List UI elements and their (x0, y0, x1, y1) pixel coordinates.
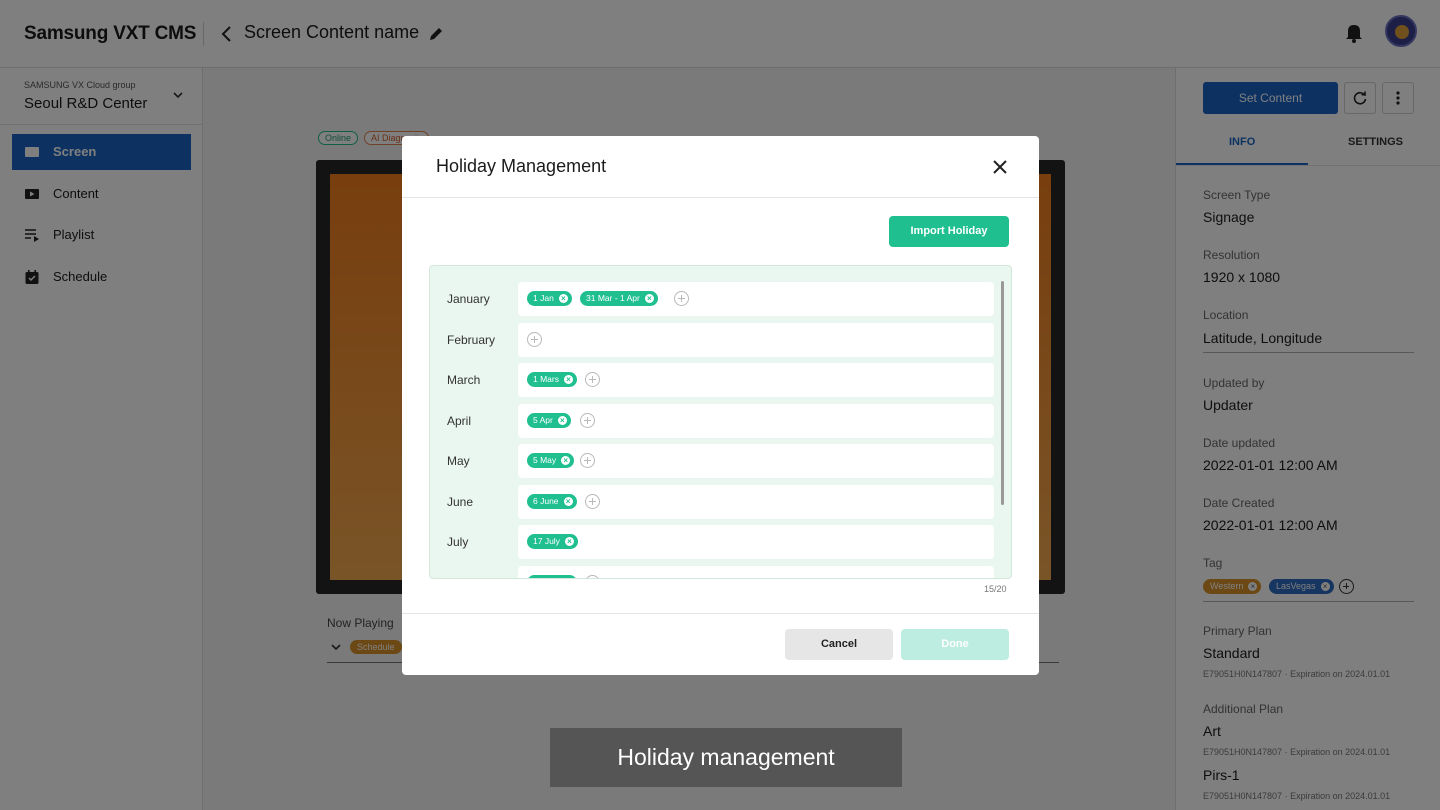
remove-holiday-icon[interactable]: × (564, 537, 574, 546)
caption-banner: Holiday management (550, 728, 902, 787)
month-label: August (447, 576, 484, 579)
month-row: July 17 July × (430, 525, 995, 559)
holiday-chip-label: 1 Mars (533, 374, 559, 384)
holiday-chip-label: 5 May (533, 455, 557, 465)
month-label: April (447, 413, 472, 428)
holiday-field[interactable]: 5 May × (518, 444, 994, 478)
holiday-field[interactable]: 17 July × (518, 525, 994, 559)
month-row: February (430, 322, 995, 357)
month-row: June 6 June × (430, 484, 995, 519)
remove-holiday-icon[interactable]: × (561, 456, 571, 465)
holiday-field[interactable]: 15 Aug × (518, 565, 994, 579)
holiday-chip[interactable]: 15 Aug × (527, 574, 578, 579)
month-label: July (447, 535, 469, 549)
month-label: February (447, 332, 496, 347)
month-row: May 5 May × (430, 444, 995, 478)
add-holiday-icon[interactable] (585, 574, 600, 578)
add-holiday-icon[interactable] (585, 372, 600, 387)
holiday-counter: 15/20 (984, 584, 1007, 594)
scrollbar[interactable] (1001, 281, 1004, 505)
remove-holiday-icon[interactable]: × (563, 375, 573, 384)
divider (402, 197, 1039, 198)
holiday-field[interactable]: 1 Mars × (518, 363, 994, 397)
month-label: June (447, 494, 474, 509)
month-row: April 5 Apr × (430, 403, 995, 438)
remove-holiday-icon[interactable]: × (563, 496, 573, 506)
add-holiday-icon[interactable] (585, 493, 600, 509)
holiday-chip-label: 31 Mar - 1 Apr (586, 293, 640, 303)
holiday-chip[interactable]: 6 June × (527, 493, 577, 509)
done-button[interactable]: Done (901, 629, 1009, 660)
holiday-chip-label: 1 Jan (533, 293, 554, 303)
remove-holiday-icon[interactable]: × (557, 415, 567, 425)
remove-holiday-icon[interactable]: × (558, 294, 568, 303)
add-holiday-icon[interactable] (674, 291, 689, 306)
close-icon[interactable] (990, 157, 1010, 177)
add-holiday-icon[interactable] (527, 331, 542, 347)
holiday-field[interactable]: 5 Apr × (518, 403, 994, 438)
holiday-field[interactable]: 6 June × (518, 484, 994, 519)
holiday-chip[interactable]: 5 May × (527, 453, 575, 468)
holiday-field[interactable]: 1 Jan × 31 Mar - 1 Apr × (518, 282, 994, 316)
holiday-chip[interactable]: 1 Jan × (527, 291, 572, 306)
holiday-management-dialog: Holiday Management Import Holiday Januar… (402, 136, 1039, 675)
divider (402, 613, 1039, 614)
holiday-chip[interactable]: 31 Mar - 1 Apr × (580, 291, 658, 306)
month-label: May (447, 454, 470, 468)
cancel-button[interactable]: Cancel (785, 629, 893, 660)
add-holiday-icon[interactable] (580, 453, 595, 468)
remove-holiday-icon[interactable]: × (644, 294, 654, 303)
holiday-chip-label: 5 Apr (533, 414, 553, 425)
holiday-list: January 1 Jan × 31 Mar - 1 Apr × February Marc… (429, 265, 1012, 579)
holiday-chip-label: 6 June (533, 495, 559, 506)
month-row: January 1 Jan × 31 Mar - 1 Apr × (430, 282, 995, 316)
month-row: March 1 Mars × (430, 363, 995, 397)
holiday-field[interactable] (518, 322, 994, 357)
holiday-chip[interactable]: 17 July × (527, 534, 578, 549)
month-label: January (447, 292, 490, 306)
holiday-chip-label: 17 July (533, 536, 560, 546)
holiday-chip-label: 15 Aug (533, 577, 559, 579)
add-holiday-icon[interactable] (580, 412, 595, 428)
month-label: March (447, 373, 481, 387)
month-row: August 15 Aug × (430, 565, 995, 579)
import-holiday-button[interactable]: Import Holiday (889, 216, 1009, 247)
dialog-title: Holiday Management (436, 156, 607, 176)
holiday-chip[interactable]: 5 Apr × (527, 412, 571, 428)
remove-holiday-icon[interactable]: × (564, 577, 574, 578)
holiday-chip[interactable]: 1 Mars × (527, 372, 577, 387)
